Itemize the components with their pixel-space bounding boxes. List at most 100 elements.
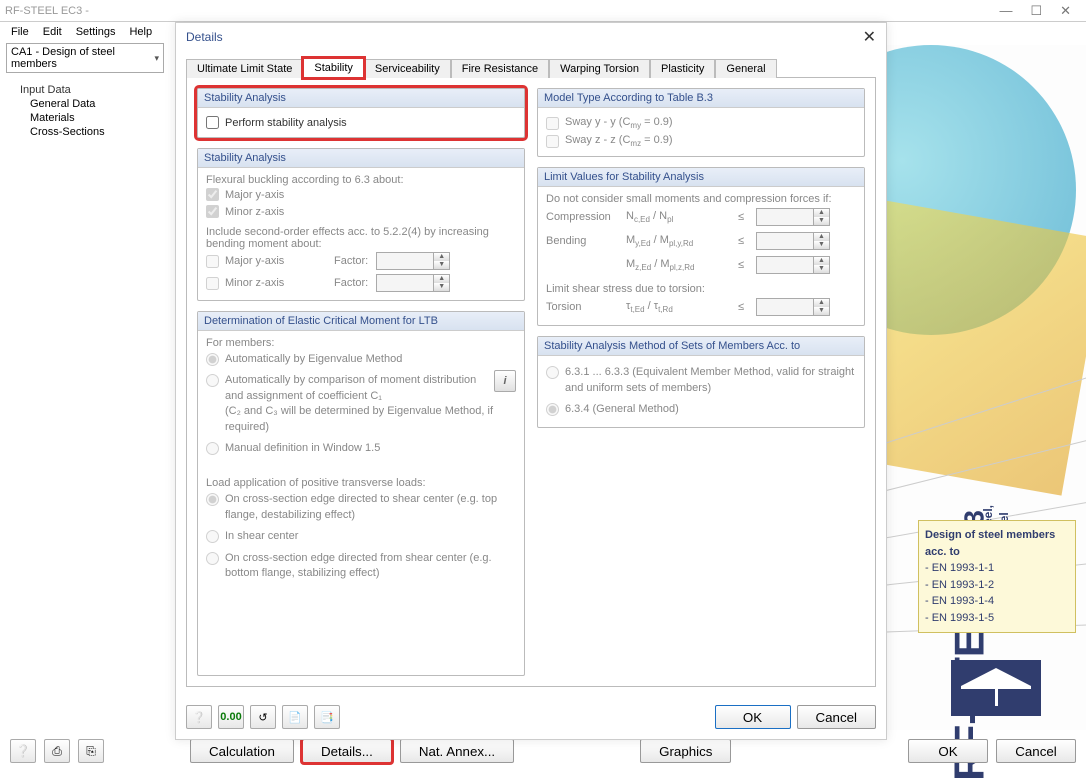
torsion-ratio: τt,Ed / τt,Rd xyxy=(626,300,734,314)
units-icon[interactable]: 0.00 xyxy=(218,705,244,729)
ok-button[interactable]: OK xyxy=(908,739,988,763)
bend-ratio-z: Mz,Ed / Mpl,z,Rd xyxy=(626,258,734,272)
menu-help[interactable]: Help xyxy=(123,24,158,40)
group-method: Stability Analysis Method of Sets of Mem… xyxy=(537,336,865,427)
leq-label: ≤ xyxy=(738,211,752,223)
group-body: Sway y - y (Cmy = 0.9) Sway z - z (Cmz =… xyxy=(538,108,864,156)
menu-file[interactable]: File xyxy=(5,24,35,40)
info-box: Design of steel members acc. to - EN 199… xyxy=(918,520,1076,633)
ltb-compare-radio[interactable]: Automatically by comparison of moment di… xyxy=(206,370,494,438)
group-body: Flexural buckling according to 6.3 about… xyxy=(198,168,524,300)
method-equivalent-radio[interactable]: 6.3.1 ... 6.3.3 (Equivalent Member Metho… xyxy=(546,362,856,399)
comp-input[interactable]: ▲▼ xyxy=(756,208,830,226)
case-dropdown-value: CA1 - Design of steel members xyxy=(11,46,154,70)
major-y2-checkbox[interactable]: Major y-axis xyxy=(206,253,326,270)
tab-serviceability[interactable]: Serviceability xyxy=(364,59,451,78)
tab-fire[interactable]: Fire Resistance xyxy=(451,59,549,78)
group-header: Stability Analysis xyxy=(198,89,524,108)
method-general-radio[interactable]: 6.3.4 (General Method) xyxy=(546,399,856,420)
menu-settings[interactable]: Settings xyxy=(70,24,122,40)
help-icon[interactable]: ❔ xyxy=(186,705,212,729)
group-header: Stability Analysis Method of Sets of Mem… xyxy=(538,337,864,356)
second-order-label: Include second-order effects acc. to 5.2… xyxy=(206,226,516,250)
group-ltb: Determination of Elastic Critical Moment… xyxy=(197,311,525,676)
tab-warping[interactable]: Warping Torsion xyxy=(549,59,650,78)
case-dropdown[interactable]: CA1 - Design of steel members xyxy=(6,43,164,73)
help-icon[interactable]: ❔ xyxy=(10,739,36,763)
export-icon[interactable]: ⎙ xyxy=(44,739,70,763)
tree-root[interactable]: Input Data xyxy=(10,83,168,97)
window-controls: — ☐ ✕ xyxy=(999,3,1081,19)
menu-edit[interactable]: Edit xyxy=(37,24,68,40)
calculation-button[interactable]: Calculation xyxy=(190,739,294,763)
maximize-icon[interactable]: ☐ xyxy=(1030,3,1042,19)
info-icon[interactable]: i xyxy=(494,370,516,392)
dialog-title-bar: Details ✕ xyxy=(176,23,886,51)
factor-label: Factor: xyxy=(334,277,368,289)
graphics-button[interactable]: Graphics xyxy=(640,739,731,763)
window-title: RF-STEEL EC3 - xyxy=(5,5,89,17)
flexural-label: Flexural buckling according to 6.3 about… xyxy=(206,174,516,186)
cancel-button[interactable]: Cancel xyxy=(996,739,1076,763)
comp-ratio: Nc,Ed / Npl xyxy=(626,210,734,224)
minor-z-checkbox[interactable]: Minor z-axis xyxy=(206,203,516,220)
load-center-radio[interactable]: In shear center xyxy=(206,526,516,547)
minimize-icon[interactable]: — xyxy=(999,3,1012,19)
tab-plasticity[interactable]: Plasticity xyxy=(650,59,715,78)
shear-label: Limit shear stress due to torsion: xyxy=(546,283,856,295)
factor-y-input[interactable]: ▲▼ xyxy=(376,252,450,270)
factor-label: Factor: xyxy=(334,255,368,267)
group-stability-analysis: Stability Analysis Flexural buckling acc… xyxy=(197,148,525,301)
limit-intro: Do not consider small moments and compre… xyxy=(546,193,856,205)
tab-stability[interactable]: Stability xyxy=(303,58,364,78)
tab-ultimate[interactable]: Ultimate Limit State xyxy=(186,59,303,78)
details-button[interactable]: Details... xyxy=(302,739,392,763)
doc2-icon[interactable]: 📑 xyxy=(314,705,340,729)
group-model-type: Model Type According to Table B.3 Sway y… xyxy=(537,88,865,157)
dialog-title: Details xyxy=(186,30,223,44)
load-app-label: Load application of positive transverse … xyxy=(206,477,516,489)
doc1-icon[interactable]: 📄 xyxy=(282,705,308,729)
minor-z2-checkbox[interactable]: Minor z-axis xyxy=(206,275,326,292)
load-top-radio[interactable]: On cross-section edge directed to shear … xyxy=(206,489,516,526)
chevron-down-icon xyxy=(154,52,159,64)
bend-label: Bending xyxy=(546,235,622,247)
torsion-input[interactable]: ▲▼ xyxy=(756,298,830,316)
comp-label: Compression xyxy=(546,211,622,223)
leq-label: ≤ xyxy=(738,301,752,313)
sway-z-checkbox[interactable]: Sway z - z (Cmz = 0.9) xyxy=(546,132,856,150)
dialog-content: Stability Analysis Perform stability ana… xyxy=(186,77,876,687)
load-bottom-radio[interactable]: On cross-section edge directed from shea… xyxy=(206,548,516,585)
close-icon[interactable]: ✕ xyxy=(1060,3,1071,19)
ltb-manual-radio[interactable]: Manual definition in Window 1.5 xyxy=(206,438,516,459)
dialog-cancel-button[interactable]: Cancel xyxy=(797,705,877,729)
torsion-label: Torsion xyxy=(546,301,622,313)
leq-label: ≤ xyxy=(738,259,752,271)
left-column: Stability Analysis Perform stability ana… xyxy=(197,88,525,676)
perform-stability-checkbox[interactable]: Perform stability analysis xyxy=(206,114,516,131)
close-icon[interactable]: ✕ xyxy=(863,27,876,47)
sway-y-checkbox[interactable]: Sway y - y (Cmy = 0.9) xyxy=(546,114,856,132)
group-header: Limit Values for Stability Analysis xyxy=(538,168,864,187)
info-heading: Design of steel members acc. to xyxy=(925,527,1069,560)
group-stability-analysis-top: Stability Analysis Perform stability ana… xyxy=(197,88,525,138)
bend-z-input[interactable]: ▲▼ xyxy=(756,256,830,274)
bend-ratio-y: My,Ed / Mpl,y,Rd xyxy=(626,234,734,248)
tree-item-crosssections[interactable]: Cross-Sections xyxy=(10,125,168,139)
tree-item-materials[interactable]: Materials xyxy=(10,111,168,125)
right-column: Model Type According to Table B.3 Sway y… xyxy=(537,88,865,676)
major-y-checkbox[interactable]: Major y-axis xyxy=(206,186,516,203)
leq-label: ≤ xyxy=(738,235,752,247)
checkbox-input[interactable] xyxy=(206,116,219,129)
group-header: Stability Analysis xyxy=(198,149,524,168)
tab-general[interactable]: General xyxy=(715,59,776,78)
dialog-ok-button[interactable]: OK xyxy=(715,705,791,729)
import-icon[interactable]: ⎘ xyxy=(78,739,104,763)
bend-y-input[interactable]: ▲▼ xyxy=(756,232,830,250)
factor-z-input[interactable]: ▲▼ xyxy=(376,274,450,292)
reset-icon[interactable]: ↺ xyxy=(250,705,276,729)
tree-item-general[interactable]: General Data xyxy=(10,97,168,111)
group-body: 6.3.1 ... 6.3.3 (Equivalent Member Metho… xyxy=(538,356,864,426)
ltb-eigen-radio[interactable]: Automatically by Eigenvalue Method xyxy=(206,349,516,370)
nat-annex-button[interactable]: Nat. Annex... xyxy=(400,739,514,763)
